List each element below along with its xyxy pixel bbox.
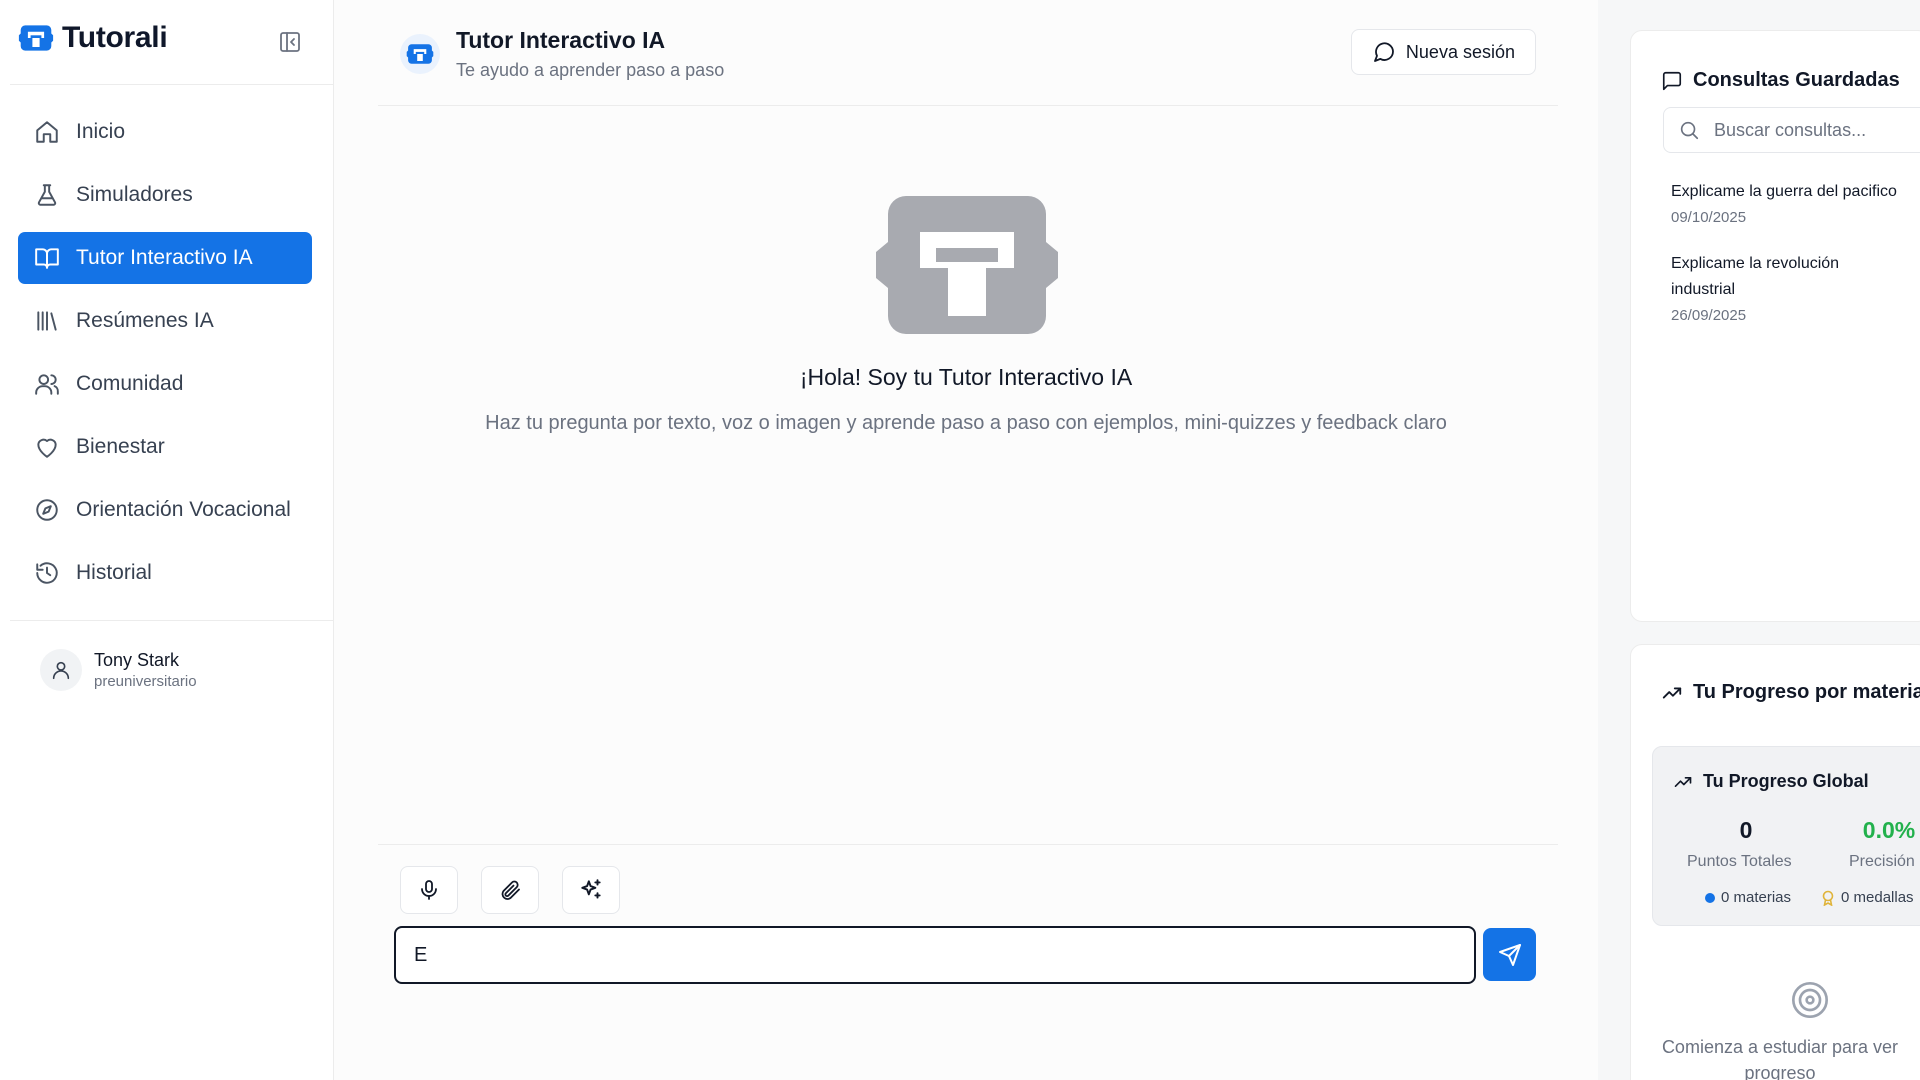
heart-icon bbox=[34, 434, 60, 460]
sidebar-item-label: Inicio bbox=[76, 120, 126, 143]
trending-up-icon bbox=[1673, 772, 1693, 792]
composer-divider bbox=[378, 844, 1558, 845]
medals-text: 0 medallas bbox=[1841, 889, 1914, 906]
sidebar-item-label: Simuladores bbox=[76, 183, 193, 206]
send-icon bbox=[1498, 943, 1522, 967]
message-square-icon bbox=[1661, 70, 1683, 92]
saved-query-title: Explicame la revolución industrial bbox=[1671, 255, 1840, 298]
brand[interactable]: Tutorali bbox=[18, 20, 168, 56]
tutor-avatar bbox=[400, 34, 440, 74]
medal-icon bbox=[1821, 890, 1835, 906]
medals-count: 0 medallas bbox=[1821, 889, 1914, 906]
saved-query-item[interactable]: Explicame la guerra del pacifico 09/10/2… bbox=[1671, 179, 1920, 226]
welcome-subtitle: Haz tu pregunta por texto, voz o imagen … bbox=[485, 412, 1447, 434]
points-value: 0 bbox=[1739, 817, 1753, 843]
voice-input-button[interactable] bbox=[400, 866, 458, 914]
global-progress-box: Tu Progreso Global 0 Puntos Totales 0.0%… bbox=[1652, 746, 1920, 926]
target-icon bbox=[1790, 980, 1830, 1020]
sidebar-item-resumenes[interactable]: Resúmenes IA bbox=[18, 295, 312, 347]
saved-query-date: 09/10/2025 bbox=[1671, 209, 1747, 226]
sidebar-divider bbox=[10, 84, 333, 85]
welcome-title: ¡Hola! Soy tu Tutor Interactivo IA bbox=[799, 364, 1133, 390]
users-icon bbox=[34, 371, 60, 397]
attach-file-button[interactable] bbox=[481, 866, 539, 914]
user-role: preuniversitario bbox=[94, 673, 197, 690]
subjects-text: 0 materias bbox=[1721, 889, 1792, 906]
progress-header: Tu Progreso por materia bbox=[1661, 681, 1920, 704]
new-session-label: Nueva sesión bbox=[1405, 41, 1515, 62]
sidebar-item-label: Historial bbox=[76, 561, 152, 584]
user-icon bbox=[50, 659, 72, 681]
sidebar-item-simuladores[interactable]: Simuladores bbox=[18, 169, 312, 221]
saved-query-date: 26/09/2025 bbox=[1671, 307, 1747, 324]
brand-name: Tutorali bbox=[62, 21, 168, 54]
sidebar-item-label: Orientación Vocacional bbox=[76, 498, 291, 521]
microphone-icon bbox=[417, 878, 441, 902]
sidebar-nav: Inicio Simuladores Tutor Interactivo IA … bbox=[18, 106, 312, 610]
user-name: Tony Stark bbox=[94, 650, 180, 670]
search-input[interactable] bbox=[1714, 119, 1914, 141]
book-open-icon bbox=[34, 245, 60, 271]
sidebar-item-label: Bienestar bbox=[76, 435, 165, 458]
saved-queries-title: Consultas Guardadas bbox=[1693, 69, 1900, 91]
message-input[interactable] bbox=[394, 926, 1476, 984]
tutorali-logo-icon bbox=[406, 40, 434, 68]
ai-assist-button[interactable] bbox=[562, 866, 620, 914]
sidebar-item-label: Resúmenes IA bbox=[76, 309, 214, 332]
sidebar: Tutorali Inicio Simuladores Tutor Intera… bbox=[0, 0, 334, 1080]
sidebar-item-label: Tutor Interactivo IA bbox=[76, 246, 253, 269]
saved-query-item[interactable]: Explicame la revolución industrial 26/09… bbox=[1671, 251, 1891, 324]
new-session-button[interactable]: Nueva sesión bbox=[1350, 29, 1536, 75]
page-subtitle: Te ayudo a aprender paso a paso bbox=[456, 60, 725, 80]
search-icon bbox=[1678, 119, 1700, 141]
send-button[interactable] bbox=[1483, 928, 1536, 981]
subjects-count: 0 materias bbox=[1705, 889, 1791, 906]
library-icon bbox=[34, 308, 60, 334]
compass-icon bbox=[34, 497, 60, 523]
sidebar-item-orientacion[interactable]: Orientación Vocacional bbox=[18, 484, 312, 536]
precision-label: Precisión bbox=[1849, 853, 1915, 870]
sidebar-item-label: Comunidad bbox=[76, 372, 184, 395]
flask-icon bbox=[34, 182, 60, 208]
search-queries-box[interactable] bbox=[1663, 107, 1920, 153]
page-title: Tutor Interactivo IA bbox=[456, 27, 666, 53]
saved-query-title: Explicame la guerra del pacifico bbox=[1671, 183, 1897, 200]
sidebar-item-comunidad[interactable]: Comunidad bbox=[18, 358, 312, 410]
chat-main: Tutor Interactivo IA Te ayudo a aprender… bbox=[334, 0, 1598, 1080]
paperclip-icon bbox=[498, 878, 522, 902]
progress-empty-message: Comienza a estudiar para ver progreso bbox=[1661, 1037, 1899, 1080]
sidebar-divider bbox=[10, 620, 333, 621]
avatar bbox=[40, 649, 82, 691]
sidebar-item-tutor-interactivo[interactable]: Tutor Interactivo IA bbox=[18, 232, 312, 284]
progress-title: Tu Progreso por materia bbox=[1693, 681, 1920, 703]
sidebar-item-historial[interactable]: Historial bbox=[18, 547, 312, 599]
tutor-hero-logo-icon bbox=[874, 190, 1060, 340]
global-progress-header: Tu Progreso Global bbox=[1673, 771, 1869, 792]
saved-queries-header: Consultas Guardadas bbox=[1661, 69, 1900, 92]
tutorali-logo-icon bbox=[18, 20, 54, 56]
trending-up-icon bbox=[1661, 682, 1683, 704]
sidebar-item-bienestar[interactable]: Bienestar bbox=[18, 421, 312, 473]
message-circle-icon bbox=[1372, 40, 1396, 64]
global-progress-title: Tu Progreso Global bbox=[1703, 771, 1869, 791]
user-profile[interactable]: Tony Stark preuniversitario bbox=[40, 649, 197, 691]
sparkles-icon bbox=[578, 877, 604, 903]
history-icon bbox=[34, 560, 60, 586]
chat-header: Tutor Interactivo IA Te ayudo a aprender… bbox=[378, 0, 1558, 106]
sidebar-item-inicio[interactable]: Inicio bbox=[18, 106, 312, 158]
collapse-sidebar-icon[interactable] bbox=[278, 30, 302, 54]
saved-queries-card: Consultas Guardadas Explicame la guerra … bbox=[1630, 30, 1920, 622]
precision-value: 0.0% bbox=[1862, 817, 1916, 843]
home-icon bbox=[34, 119, 60, 145]
blue-dot-icon bbox=[1705, 892, 1715, 903]
right-panel: Consultas Guardadas Explicame la guerra … bbox=[1598, 0, 1920, 1080]
points-label: Puntos Totales bbox=[1687, 853, 1792, 870]
